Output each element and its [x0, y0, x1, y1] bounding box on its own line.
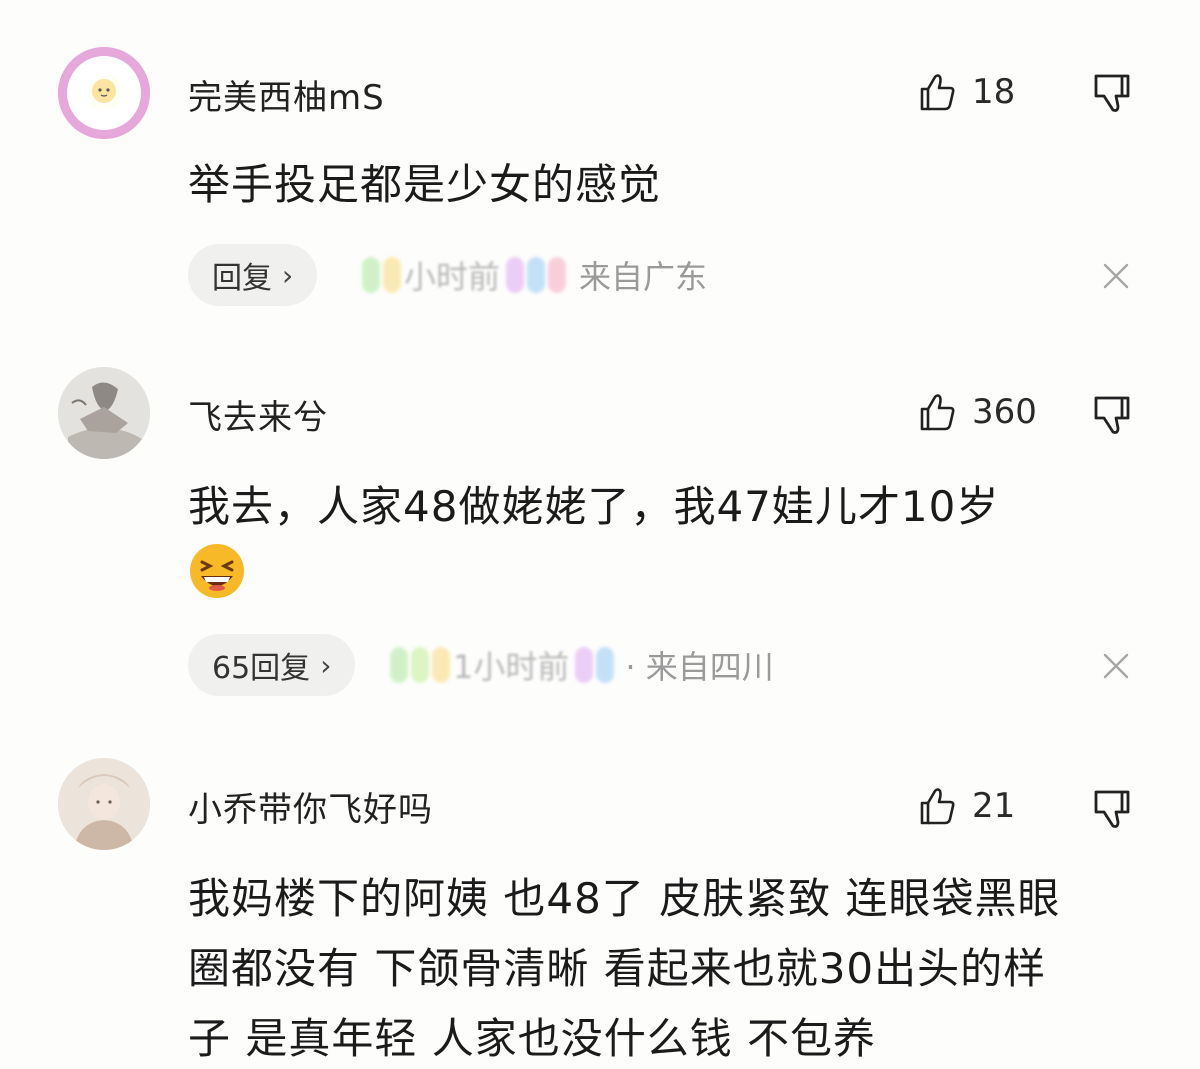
- thumbs-down-icon[interactable]: [1088, 68, 1136, 116]
- comment-text: 我妈楼下的阿姨 也48了 皮肤紧致 连眼袋黑眼 圈都没有 下颌骨清晰 看起来也就…: [188, 864, 1158, 1069]
- laughing-emoji-icon: [190, 544, 244, 598]
- comment-text: 我去，人家48做姥姥了，我47娃儿才10岁: [188, 482, 1000, 531]
- comment-text-line: 我妈楼下的阿姨 也48了 皮肤紧致 连眼袋黑眼: [188, 874, 1061, 923]
- blurred-mark: [411, 647, 429, 683]
- thumbs-up-icon: [920, 788, 955, 825]
- thumbs-up-icon: [920, 394, 955, 431]
- blurred-mark: [575, 647, 594, 683]
- close-icon[interactable]: [1100, 260, 1132, 292]
- comment-meta: 1小时前 · 来自四川: [390, 634, 774, 696]
- username[interactable]: 飞去来兮: [188, 390, 328, 439]
- comment-time: 1小时前: [453, 648, 570, 686]
- like-count: 18: [972, 72, 1016, 112]
- thumbs-down-icon[interactable]: [1088, 784, 1136, 832]
- thumbs-down-icon[interactable]: [1088, 390, 1136, 438]
- photo-icon: [58, 758, 150, 850]
- blurred-mark: [432, 647, 450, 683]
- username[interactable]: 完美西柚mS: [188, 70, 385, 119]
- comment-meta: 小时前 来自广东: [362, 244, 707, 306]
- avatar[interactable]: [58, 47, 150, 139]
- reply-label: 回复: [212, 261, 272, 296]
- reply-label: 65回复: [212, 651, 311, 686]
- blurred-mark: [506, 257, 525, 293]
- chevron-right-icon: ›: [320, 648, 332, 682]
- photo-icon: [58, 367, 150, 459]
- username[interactable]: 小乔带你飞好吗: [188, 782, 433, 831]
- comment-text-line: 子 是真年轻 人家也没什么钱 不包养: [188, 1014, 877, 1063]
- reply-button[interactable]: 回复 ›: [188, 244, 318, 306]
- thumbs-up-icon: [920, 74, 955, 111]
- reply-button[interactable]: 65回复 ›: [188, 634, 356, 696]
- blurred-mark: [390, 647, 408, 683]
- comment-location: 来自广东: [579, 258, 708, 296]
- close-icon[interactable]: [1100, 650, 1132, 682]
- chevron-right-icon: ›: [282, 258, 294, 292]
- comment-text-line: 圈都没有 下颌骨清晰 看起来也就30出头的样: [188, 944, 1047, 993]
- blurred-mark: [527, 257, 546, 293]
- comment-time: 小时前: [404, 258, 501, 296]
- like-button[interactable]: 360: [916, 388, 1037, 436]
- comment-text: 举手投足都是少女的感觉: [188, 160, 662, 209]
- like-count: 360: [972, 392, 1037, 432]
- blurred-mark: [383, 257, 401, 293]
- like-button[interactable]: 21: [916, 782, 1015, 830]
- like-count: 21: [972, 786, 1016, 826]
- avatar[interactable]: [58, 758, 150, 850]
- blurred-mark: [548, 257, 567, 293]
- like-button[interactable]: 18: [916, 68, 1015, 116]
- fried-egg-icon: [58, 47, 150, 139]
- comment-location: · 来自四川: [625, 648, 774, 686]
- blurred-mark: [362, 257, 380, 293]
- blurred-mark: [596, 647, 615, 683]
- comment-list: 完美西柚mS 18 举手投足都是少女的感觉 回复 › 小时前 来自广东 飞去来兮…: [0, 0, 1200, 1069]
- avatar[interactable]: [58, 367, 150, 459]
